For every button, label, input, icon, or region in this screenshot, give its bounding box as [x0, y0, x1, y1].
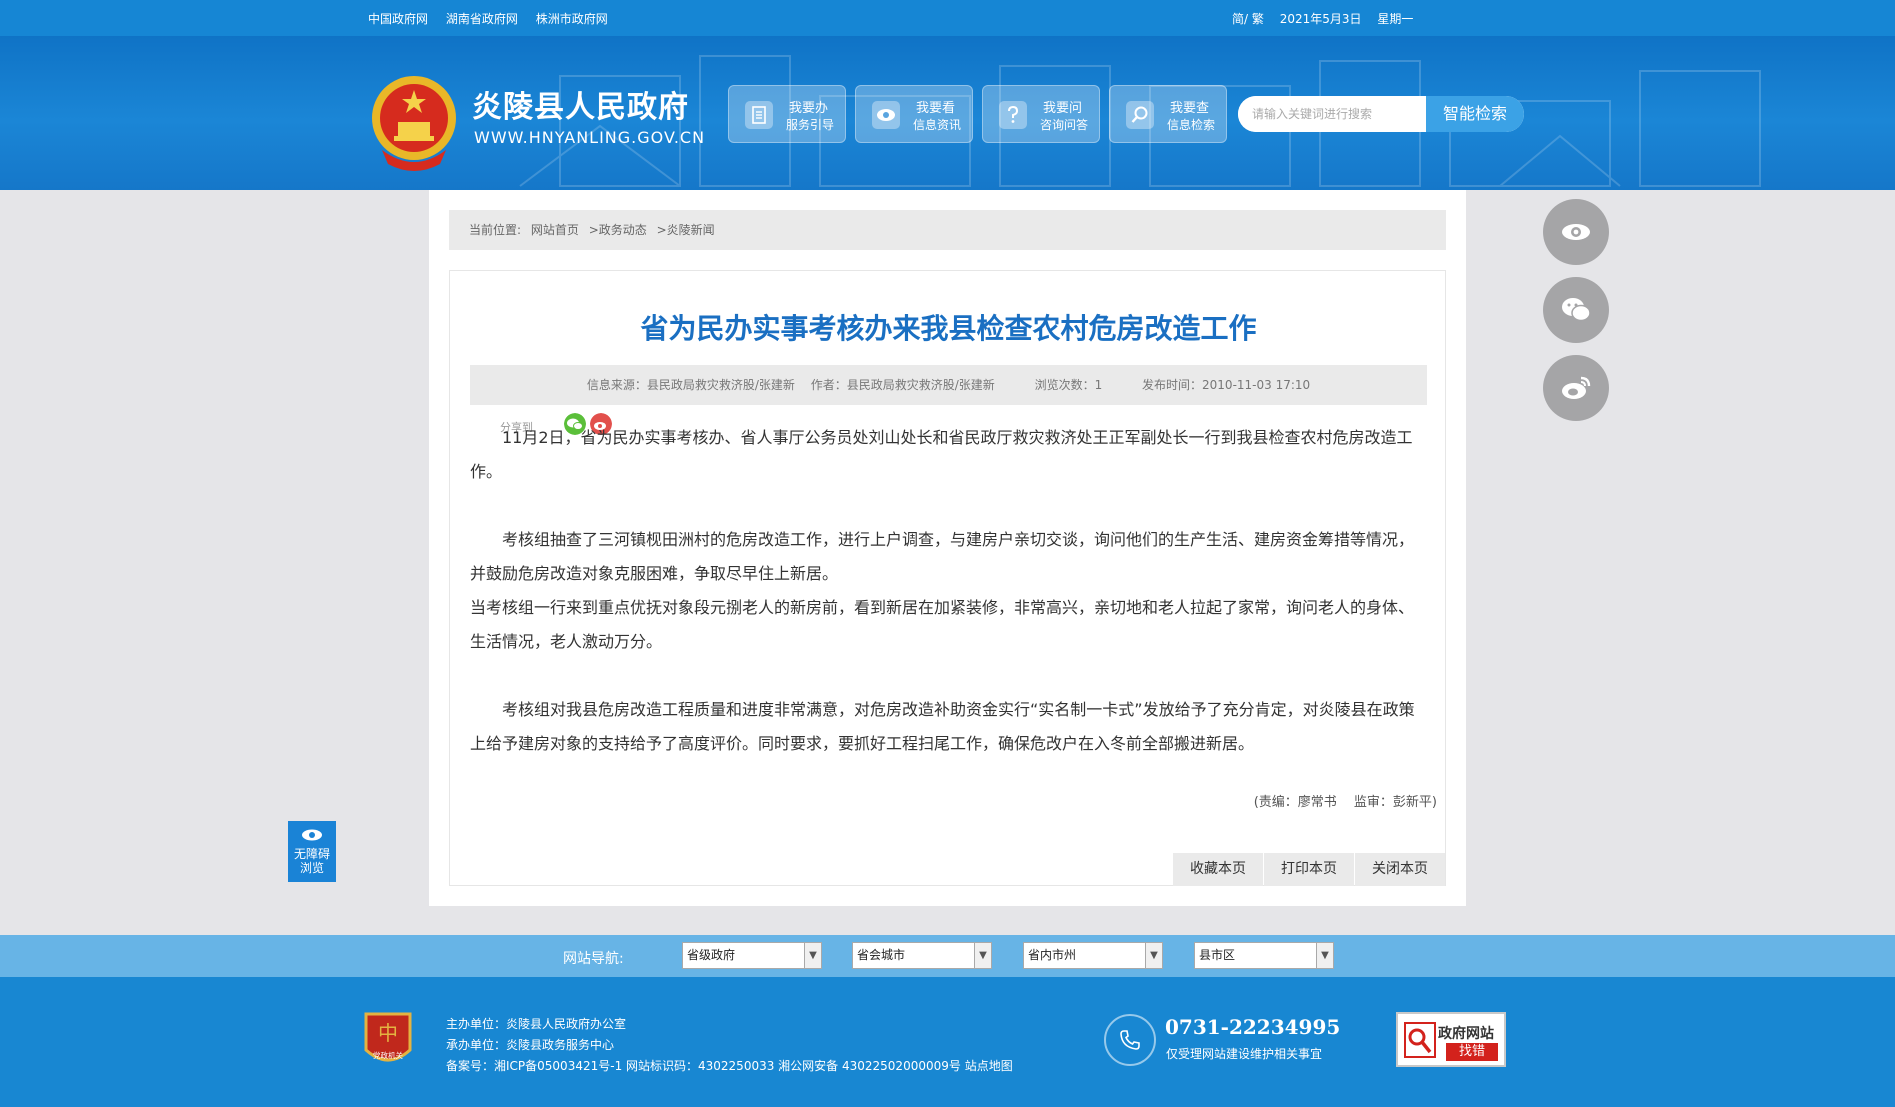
article-title: 省为民办实事考核办来我县检查农村危房改造工作 — [640, 312, 1257, 345]
float-weibo-button[interactable] — [1543, 355, 1609, 421]
link-zhuzhou-gov[interactable]: 株洲市政府网 — [536, 12, 608, 26]
magnifier-icon — [1404, 1022, 1436, 1058]
document-icon — [745, 101, 773, 129]
wechat-icon — [1562, 298, 1591, 322]
select-value: 省级政府 — [687, 948, 736, 962]
quick-button-ask[interactable]: 我要问 咨询问答 — [982, 85, 1100, 143]
accessibility-label: 浏览 — [299, 861, 324, 875]
select-counties[interactable]: 县市区 ▼ — [1194, 942, 1334, 969]
breadcrumb-gov-affairs[interactable]: >政务动态 — [589, 223, 647, 237]
footer-record: 备案号：湘ICP备05003421号-1 网站标识码：4302250033 湘公… — [446, 1059, 1013, 1073]
language-switch[interactable]: 简/ 繁 — [1232, 12, 1264, 26]
quick-button-subtitle: 信息资讯 — [913, 118, 962, 132]
quick-button-info[interactable]: 我要看 信息资讯 — [855, 85, 973, 143]
article-actions: 收藏本页 打印本页 关闭本页 — [1172, 853, 1445, 886]
article: 省为民办实事考核办来我县检查农村危房改造工作 信息来源：县民政局救灾救济股/张建… — [449, 270, 1446, 886]
close-page-button[interactable]: 关闭本页 — [1355, 853, 1445, 886]
quick-button-subtitle: 信息检索 — [1167, 118, 1216, 132]
editor-credit: (责编：廖常书 监审：彭新平) — [1253, 795, 1437, 810]
chevron-down-icon: ▼ — [1145, 943, 1162, 968]
site-header: 炎陵县人民政府 WWW.HNYANLING.GOV.CN 我要办 服务引导 我要… — [0, 36, 1895, 190]
badge-text: 党政机关 — [373, 1050, 403, 1060]
top-links: 中国政府网 湖南省政府网 株洲市政府网 — [368, 10, 622, 27]
eye-icon — [872, 101, 900, 129]
site-nav-bar: 网站导航: 省级政府 ▼ 省会城市 ▼ 省内市州 ▼ 县市区 ▼ — [0, 935, 1895, 977]
quick-button-title: 我要问 — [1043, 101, 1083, 116]
site-footer: 中 党政机关 主办单位：炎陵县人民政府办公室 承办单位：炎陵县政务服务中心 备案… — [0, 977, 1895, 1107]
select-value: 县市区 — [1199, 948, 1236, 962]
current-date: 2021年5月3日 — [1279, 12, 1362, 26]
footer-organizer: 承办单位：炎陵县政务服务中心 — [446, 1038, 615, 1052]
site-url: WWW.HNYANLING.GOV.CN — [474, 128, 706, 147]
error-box-title: 政府网站 — [1438, 1026, 1494, 1042]
quick-button-title: 我要看 — [916, 101, 956, 116]
smart-search-button[interactable]: 智能检索 — [1426, 96, 1524, 132]
select-capital-cities[interactable]: 省会城市 ▼ — [852, 942, 992, 969]
float-wechat-button[interactable] — [1543, 277, 1609, 343]
print-page-button[interactable]: 打印本页 — [1264, 853, 1354, 886]
weibo-icon — [1562, 376, 1591, 399]
quick-button-search[interactable]: 我要查 信息检索 — [1109, 85, 1227, 143]
accessibility-button[interactable]: 无障碍 浏览 — [288, 821, 336, 882]
phone-icon — [1104, 1014, 1156, 1066]
article-paragraph: 当考核组一行来到重点优抚对象段元捌老人的新房前，看到新居在加紧装修，非常高兴，亲… — [470, 598, 1415, 651]
select-province-cities[interactable]: 省内市州 ▼ — [1023, 942, 1163, 969]
chevron-down-icon: ▼ — [804, 943, 821, 968]
quick-button-title: 我要办 — [789, 101, 829, 116]
chevron-down-icon: ▼ — [1316, 943, 1333, 968]
article-meta: 信息来源：县民政局救灾救济股/张建新 作者：县民政局救灾救济股/张建新 浏览次数… — [470, 365, 1427, 405]
quick-button-service[interactable]: 我要办 服务引导 — [728, 85, 846, 143]
search-input[interactable] — [1238, 96, 1426, 132]
article-paragraph: 11月2日，省为民办实事考核办、省人事厅公务员处刘山处长和省民政厅救灾救济处王正… — [470, 428, 1413, 481]
breadcrumb-home[interactable]: 网站首页 — [531, 223, 579, 237]
top-right: 简/ 繁 2021年5月3日 星期一 — [1232, 10, 1425, 27]
meta-author: 作者：县民政局救灾救济股/张建新 — [810, 378, 995, 392]
quick-button-subtitle: 服务引导 — [786, 118, 835, 132]
current-weekday: 星期一 — [1377, 12, 1414, 26]
content-panel: 当前位置: 网站首页 >政务动态 >炎陵新闻 省为民办实事考核办来我县检查农村危… — [429, 190, 1466, 906]
party-gov-badge-icon[interactable]: 中 党政机关 — [362, 1010, 414, 1070]
contact-phone: 0731-22234995 — [1165, 1015, 1341, 1039]
meta-source: 信息来源：县民政局救灾救济股/张建新 — [586, 378, 795, 392]
float-view-button[interactable] — [1543, 199, 1609, 265]
article-body: 11月2日，省为民办实事考核办、省人事厅公务员处刘山处长和省民政厅救灾救济处王正… — [470, 421, 1427, 761]
chevron-down-icon: ▼ — [974, 943, 991, 968]
eye-icon — [1562, 224, 1590, 240]
top-bar: 中国政府网 湖南省政府网 株洲市政府网 简/ 繁 2021年5月3日 星期一 — [0, 0, 1895, 36]
select-provincial-gov[interactable]: 省级政府 ▼ — [682, 942, 822, 969]
footer-host: 主办单位：炎陵县人民政府办公室 — [446, 1017, 627, 1031]
select-value: 省内市州 — [1028, 948, 1077, 962]
meta-published: 发布时间：2010-11-03 17:10 — [1142, 378, 1311, 392]
article-paragraph: 考核组抽查了三河镇枧田洲村的危房改造工作，进行上户调查，与建房户亲切交谈，询问他… — [470, 530, 1415, 583]
article-paragraph: 考核组对我县危房改造工程质量和进度非常满意，对危房改造补助资金实行“实名制一卡式… — [470, 700, 1415, 753]
site-nav-label: 网站导航: — [563, 951, 624, 967]
error-box-label: 找错 — [1446, 1043, 1498, 1061]
eye-icon — [302, 829, 322, 841]
site-search: 智能检索 — [1238, 96, 1524, 132]
bookmark-page-button[interactable]: 收藏本页 — [1173, 853, 1263, 886]
svg-text:中: 中 — [378, 1021, 398, 1045]
search-icon — [1126, 101, 1154, 129]
contact-note: 仅受理网站建设维护相关事宜 — [1166, 1047, 1323, 1061]
link-hunan-gov[interactable]: 湖南省政府网 — [446, 12, 518, 26]
national-emblem-icon — [372, 76, 456, 171]
link-central-gov[interactable]: 中国政府网 — [368, 12, 428, 26]
footer-info: 主办单位：炎陵县人民政府办公室 承办单位：炎陵县政务服务中心 备案号：湘ICP备… — [446, 1014, 1013, 1077]
question-icon — [999, 101, 1027, 129]
gov-site-error-report[interactable]: 政府网站 找错 — [1396, 1012, 1506, 1067]
breadcrumb-yanling-news[interactable]: >炎陵新闻 — [657, 223, 715, 237]
quick-button-subtitle: 咨询问答 — [1040, 118, 1089, 132]
quick-button-title: 我要查 — [1170, 101, 1210, 116]
breadcrumb-prefix: 当前位置: — [469, 223, 522, 237]
breadcrumb: 当前位置: 网站首页 >政务动态 >炎陵新闻 — [449, 210, 1446, 250]
accessibility-label: 无障碍 — [293, 847, 330, 861]
meta-views: 浏览次数：1 — [1034, 378, 1103, 392]
select-value: 省会城市 — [857, 948, 906, 962]
site-name[interactable]: 炎陵县人民政府 — [472, 82, 689, 126]
